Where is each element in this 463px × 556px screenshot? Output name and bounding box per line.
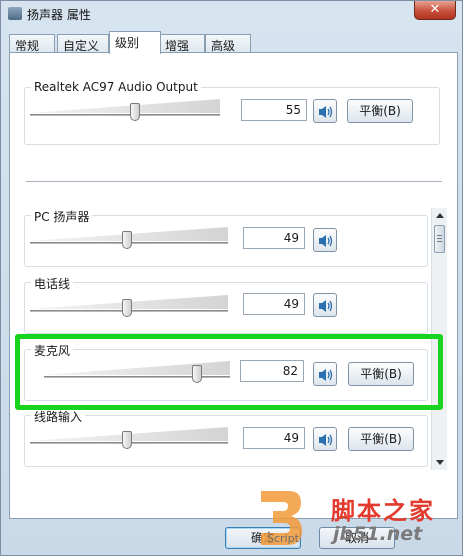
microphone-volume-value[interactable]: 82 xyxy=(240,360,304,382)
device-label: 麦克风 xyxy=(31,342,74,359)
close-button[interactable]: ✕ xyxy=(414,1,456,20)
master-volume-slider[interactable] xyxy=(30,97,220,121)
slider-thumb[interactable] xyxy=(122,299,133,317)
speaker-icon xyxy=(319,434,333,446)
tab-levels[interactable]: 级别 xyxy=(109,31,161,54)
slider-thumb[interactable] xyxy=(129,103,140,121)
watermark-script-text: Script xyxy=(267,532,299,545)
levels-scrollbar[interactable] xyxy=(431,208,447,470)
device-label: 电话线 xyxy=(31,275,74,292)
speaker-icon xyxy=(319,300,333,312)
scroll-down-arrow-icon[interactable] xyxy=(436,460,444,465)
speaker-icon xyxy=(319,369,333,381)
slider-thumb[interactable] xyxy=(191,365,202,383)
line-in-balance-button[interactable]: 平衡(B) xyxy=(348,427,414,451)
master-balance-button[interactable]: 平衡(B) xyxy=(347,99,413,123)
device-label: 线路输入 xyxy=(31,408,86,425)
slider-thumb[interactable] xyxy=(122,231,133,249)
slider-thumb[interactable] xyxy=(122,431,133,449)
master-volume-value[interactable]: 55 xyxy=(241,99,307,121)
line-in-volume-slider[interactable] xyxy=(30,425,228,449)
tab-custom[interactable]: 自定义 xyxy=(57,34,109,53)
pc-speaker-volume-value[interactable]: 49 xyxy=(243,227,305,249)
slider-line xyxy=(44,376,230,378)
speaker-app-icon xyxy=(8,7,22,20)
grip-line xyxy=(437,238,442,239)
line-in-volume-value[interactable]: 49 xyxy=(243,427,305,449)
grip-line xyxy=(437,241,442,242)
tab-general[interactable]: 常规 xyxy=(9,34,55,53)
phone-line-volume-slider[interactable] xyxy=(30,293,228,317)
microphone-balance-button[interactable]: 平衡(B) xyxy=(348,362,414,386)
phone-line-volume-value[interactable]: 49 xyxy=(243,293,305,315)
slider-track xyxy=(30,99,220,113)
device-label: PC 扬声器 xyxy=(31,208,93,225)
scrollbar-thumb[interactable] xyxy=(434,225,445,253)
tab-advanced[interactable]: 高级 xyxy=(205,34,251,53)
pc-speaker-mute-button[interactable] xyxy=(313,228,337,252)
levels-panel: Realtek AC97 Audio Output 55 平衡(B) PC 扬声… xyxy=(9,52,458,519)
speaker-icon xyxy=(319,106,333,118)
tab-enhancements[interactable]: 增强 xyxy=(159,34,205,53)
window-title: 扬声器 属性 xyxy=(27,8,91,22)
slider-track xyxy=(44,361,230,375)
microphone-volume-slider[interactable] xyxy=(44,359,230,383)
properties-window: 扬声器 属性 ✕ 常规 自定义 级别 增强 高级 Realtek AC97 Au… xyxy=(0,0,463,556)
watermark-url: jb51.net xyxy=(333,523,423,545)
phone-line-mute-button[interactable] xyxy=(313,293,337,317)
speaker-icon xyxy=(319,235,333,247)
grip-line xyxy=(437,235,442,236)
master-mute-button[interactable] xyxy=(313,99,337,123)
title-bar: 扬声器 属性 ✕ xyxy=(1,1,462,27)
section-divider xyxy=(26,181,442,182)
microphone-mute-button[interactable] xyxy=(313,362,337,386)
slider-line xyxy=(30,114,220,116)
pc-speaker-volume-slider[interactable] xyxy=(30,225,228,249)
master-output-label: Realtek AC97 Audio Output xyxy=(31,80,201,94)
scroll-up-arrow-icon[interactable] xyxy=(436,213,444,218)
watermark-site-name: 脚本之家 xyxy=(331,497,435,525)
line-in-mute-button[interactable] xyxy=(313,427,337,451)
